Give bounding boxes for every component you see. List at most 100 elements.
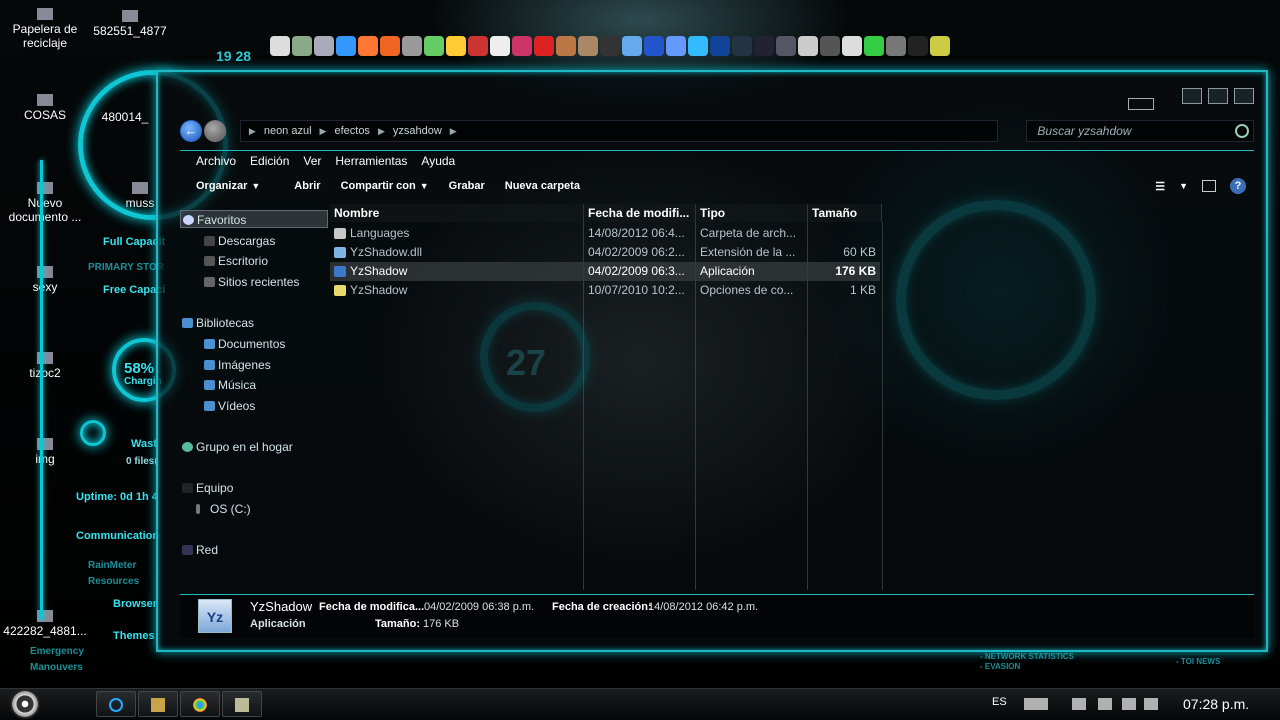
- breadcrumb-item[interactable]: efectos: [334, 125, 369, 137]
- minimize-button[interactable]: [1128, 98, 1154, 110]
- desktop-icon-image[interactable]: 582551_4877: [85, 10, 175, 38]
- taskbar-item[interactable]: [96, 691, 136, 717]
- volume-icon[interactable]: [1144, 698, 1158, 710]
- back-button[interactable]: ←: [180, 120, 202, 142]
- breadcrumb-item[interactable]: neon azul: [264, 125, 312, 137]
- flag-icon[interactable]: [1098, 698, 1112, 710]
- app-icon[interactable]: [710, 36, 730, 56]
- nav-recent[interactable]: Sitios recientes: [180, 273, 328, 291]
- themes-link[interactable]: Themes: [113, 630, 155, 642]
- signal-icon[interactable]: [1122, 698, 1136, 710]
- keyboard-icon[interactable]: [1024, 698, 1048, 710]
- app-icon[interactable]: [336, 36, 356, 56]
- app-icon[interactable]: [776, 36, 796, 56]
- app-icon[interactable]: [864, 36, 884, 56]
- nav-computer[interactable]: Equipo: [180, 479, 328, 497]
- app-icon[interactable]: [314, 36, 334, 56]
- menu-file[interactable]: Archivo: [196, 154, 236, 168]
- app-icon[interactable]: [732, 36, 752, 56]
- app-icon[interactable]: [578, 36, 598, 56]
- app-icon[interactable]: [402, 36, 422, 56]
- app-icon[interactable]: [842, 36, 862, 56]
- app-icon[interactable]: [446, 36, 466, 56]
- nav-libraries[interactable]: Bibliotecas: [180, 314, 328, 332]
- menu-view[interactable]: Ver: [303, 154, 321, 168]
- column-header-size[interactable]: Tamaño: [808, 204, 882, 222]
- app-icon[interactable]: [512, 36, 532, 56]
- desktop-icon-recycle-bin[interactable]: Papelera de reciclaje: [0, 8, 90, 50]
- column-header-name[interactable]: Nombre: [330, 204, 584, 222]
- share-button[interactable]: Compartir con ▼: [341, 180, 429, 192]
- file-row-selected[interactable]: YzShadow 04/02/2009 06:3... Aplicación 1…: [330, 262, 880, 281]
- nav-network[interactable]: Red: [180, 541, 328, 559]
- rainmeter-link[interactable]: RainMeter: [88, 560, 136, 571]
- file-row[interactable]: Languages 14/08/2012 06:4... Carpeta de …: [330, 224, 880, 243]
- view-options-icon[interactable]: ☰: [1155, 180, 1165, 193]
- new-folder-button[interactable]: Nueva carpeta: [505, 180, 580, 192]
- app-icon[interactable]: [666, 36, 686, 56]
- nav-images[interactable]: Imágenes: [180, 356, 328, 374]
- start-button[interactable]: [10, 689, 40, 719]
- network-icon[interactable]: [1072, 698, 1086, 710]
- view-button[interactable]: [1182, 88, 1202, 104]
- taskbar-item[interactable]: [222, 691, 262, 717]
- help-icon[interactable]: ?: [1230, 178, 1246, 194]
- desktop-icon-image[interactable]: sexy: [0, 266, 90, 294]
- address-bar[interactable]: ▶ neon azul ▶ efectos ▶ yzsahdow ▶: [239, 120, 999, 142]
- chevron-down-icon[interactable]: ▼: [1179, 181, 1188, 191]
- view-button[interactable]: [1234, 88, 1254, 104]
- app-icon[interactable]: [798, 36, 818, 56]
- app-icon[interactable]: [534, 36, 554, 56]
- app-icon[interactable]: [556, 36, 576, 56]
- app-icon[interactable]: [468, 36, 488, 56]
- column-header-date[interactable]: Fecha de modifi...: [584, 204, 696, 222]
- app-icon[interactable]: [292, 36, 312, 56]
- app-icon[interactable]: [600, 36, 620, 56]
- app-icon[interactable]: [908, 36, 928, 56]
- desktop-icon-image[interactable]: 422282_4881...: [0, 610, 90, 638]
- menu-help[interactable]: Ayuda: [421, 154, 455, 168]
- app-icon[interactable]: [380, 36, 400, 56]
- app-icon[interactable]: [358, 36, 378, 56]
- nav-music[interactable]: Música: [180, 376, 328, 394]
- app-icon[interactable]: [424, 36, 444, 56]
- forward-button[interactable]: [203, 120, 226, 142]
- app-icon[interactable]: [930, 36, 950, 56]
- app-icon[interactable]: [270, 36, 290, 56]
- view-button[interactable]: [1208, 88, 1228, 104]
- app-icon[interactable]: [886, 36, 906, 56]
- language-indicator[interactable]: ES: [992, 696, 1007, 708]
- desktop-icon-image[interactable]: img: [0, 438, 90, 466]
- desktop-icon-image[interactable]: tizoc2: [0, 352, 90, 380]
- nav-homegroup[interactable]: Grupo en el hogar: [180, 438, 328, 456]
- app-icon[interactable]: [754, 36, 774, 56]
- taskbar-item[interactable]: [180, 691, 220, 717]
- menu-edit[interactable]: Edición: [250, 154, 289, 168]
- taskbar-item[interactable]: [138, 691, 178, 717]
- file-row[interactable]: YzShadow 10/07/2010 10:2... Opciones de …: [330, 281, 880, 300]
- organize-button[interactable]: Organizar ▼: [196, 180, 260, 192]
- resources-link[interactable]: Resources: [88, 576, 139, 587]
- preview-pane-icon[interactable]: [1202, 180, 1216, 192]
- app-icon[interactable]: [644, 36, 664, 56]
- nav-documents[interactable]: Documentos: [180, 335, 328, 353]
- nav-os-drive[interactable]: OS (C:): [180, 500, 328, 518]
- app-icon[interactable]: [688, 36, 708, 56]
- nav-favorites[interactable]: Favoritos: [180, 210, 328, 228]
- nav-videos[interactable]: Vídeos: [180, 397, 328, 415]
- search-icon[interactable]: [1235, 124, 1249, 138]
- app-icon[interactable]: [622, 36, 642, 56]
- browser-link[interactable]: Browser: [113, 598, 157, 610]
- breadcrumb-item[interactable]: yzsahdow: [393, 125, 442, 137]
- taskbar-clock[interactable]: 07:28 p.m.: [1183, 696, 1249, 712]
- menu-tools[interactable]: Herramientas: [335, 154, 407, 168]
- nav-desktop[interactable]: Escritorio: [180, 252, 328, 270]
- column-header-type[interactable]: Tipo: [696, 204, 808, 222]
- open-button[interactable]: Abrir: [280, 180, 320, 192]
- app-icon[interactable]: [820, 36, 840, 56]
- desktop-icon-new-document[interactable]: Nuevo documento ...: [0, 182, 90, 224]
- burn-button[interactable]: Grabar: [449, 180, 485, 192]
- nav-downloads[interactable]: Descargas: [180, 232, 328, 250]
- app-icon[interactable]: [490, 36, 510, 56]
- file-row[interactable]: YzShadow.dll 04/02/2009 06:2... Extensió…: [330, 243, 880, 262]
